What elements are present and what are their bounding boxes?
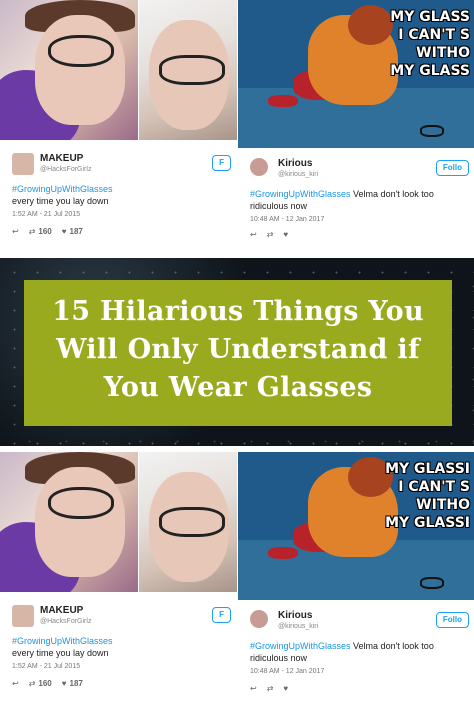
selfie-photo-glasses-askew [139, 452, 237, 592]
reply-icon[interactable]: ↩ [250, 684, 257, 693]
like-icon[interactable]: ♥ [283, 684, 288, 693]
tweet-actions: ↩ ⇄ 160 ♥ 187 [12, 227, 83, 236]
avatar [250, 158, 268, 176]
tweet-panel-kirious: MY GLASSI I CAN'T S WITHO MY GLASSI Kiri… [238, 452, 474, 711]
tweet-card: MAKEUP @HacksForGirlz F #GrowingUpWithGl… [0, 145, 237, 245]
follow-button[interactable]: Follo [435, 612, 469, 628]
retweet-icon[interactable]: ⇄ 160 [29, 679, 52, 688]
hashtag-link[interactable]: #GrowingUpWithGlasses [250, 189, 351, 199]
tweet-card: Kirious @kirious_kiri Follo #GrowingUpWi… [238, 602, 474, 707]
tweet-text: #GrowingUpWithGlasses Velma don't look t… [250, 188, 460, 212]
tweet-panel-makeup: MAKEUP @HacksForGirlz F #GrowingUpWithGl… [0, 0, 237, 250]
user-handle: @kirious_kiri [278, 171, 319, 178]
tweet-text: #GrowingUpWithGlasses Velma don't look t… [250, 640, 460, 664]
cartoon-caption: MY GLASS I CAN'T S WITHO MY GLASS [390, 9, 470, 79]
article-title[interactable]: 15 Hilarious Things You Will Only Unders… [24, 293, 452, 407]
retweet-icon[interactable]: ⇄ 160 [29, 227, 52, 236]
like-icon[interactable]: ♥ [283, 230, 288, 239]
avatar [12, 605, 34, 627]
like-count: 187 [69, 227, 83, 236]
avatar [250, 610, 268, 628]
timestamp: 10:48 AM - 12 Jan 2017 [250, 668, 325, 675]
display-name: Kirious [278, 610, 313, 621]
display-name: MAKEUP [40, 605, 84, 616]
tweet-panel-makeup: MAKEUP @HacksForGirlz F #GrowingUpWithGl… [0, 452, 237, 711]
avatar [12, 153, 34, 175]
display-name: Kirious [278, 158, 313, 169]
tweet-actions: ↩ ⇄ ♥ [250, 684, 288, 693]
follow-button[interactable]: Follo [435, 160, 469, 176]
reply-icon[interactable]: ↩ [12, 227, 19, 236]
selfie-photo-lying-down [0, 0, 138, 140]
timestamp: 1:52 AM - 21 Jul 2015 [12, 663, 81, 670]
like-icon[interactable]: ♥ 187 [62, 227, 83, 236]
tweet-actions: ↩ ⇄ ♥ [250, 230, 288, 239]
selfie-photo-lying-down [0, 452, 138, 592]
tweet-text: #GrowingUpWithGlasses every time you lay… [12, 183, 222, 207]
timestamp: 10:48 AM - 12 Jan 2017 [250, 216, 325, 223]
top-collage: MAKEUP @HacksForGirlz F #GrowingUpWithGl… [0, 0, 474, 250]
follow-button[interactable]: F [212, 607, 231, 623]
user-handle: @HacksForGirlz [40, 618, 92, 625]
title-line-2: Will Only Understand if [56, 334, 420, 365]
retweet-icon[interactable]: ⇄ [267, 684, 274, 693]
retweet-count: 160 [38, 227, 52, 236]
hashtag-link[interactable]: #GrowingUpWithGlasses [12, 184, 113, 194]
tweet-card: Kirious @kirious_kiri Follo #GrowingUpWi… [238, 150, 474, 245]
title-line-1: 15 Hilarious Things You [52, 296, 424, 327]
tweet-actions: ↩ ⇄ 160 ♥ 187 [12, 679, 83, 688]
tweet-panel-kirious: MY GLASS I CAN'T S WITHO MY GLASS Kiriou… [238, 0, 474, 250]
cartoon-caption: MY GLASSI I CAN'T S WITHO MY GLASSI [385, 461, 470, 531]
title-line-3: You Wear Glasses [103, 372, 373, 403]
reply-icon[interactable]: ↩ [12, 679, 19, 688]
timestamp: 1:52 AM - 21 Jul 2015 [12, 211, 81, 218]
user-handle: @kirious_kiri [278, 623, 319, 630]
selfie-photo-glasses-askew [139, 0, 237, 140]
tweet-body: every time you lay down [12, 196, 109, 206]
like-count: 187 [69, 679, 83, 688]
display-name: MAKEUP [40, 153, 84, 164]
article-title-banner: 15 Hilarious Things You Will Only Unders… [0, 258, 474, 446]
title-box: 15 Hilarious Things You Will Only Unders… [24, 280, 452, 426]
velma-cartoon-image: MY GLASSI I CAN'T S WITHO MY GLASSI [238, 452, 474, 600]
like-icon[interactable]: ♥ 187 [62, 679, 83, 688]
velma-cartoon-image: MY GLASS I CAN'T S WITHO MY GLASS [238, 0, 474, 148]
hashtag-link[interactable]: #GrowingUpWithGlasses [12, 636, 113, 646]
bottom-collage: MAKEUP @HacksForGirlz F #GrowingUpWithGl… [0, 452, 474, 711]
user-handle: @HacksForGirlz [40, 166, 92, 173]
hashtag-link[interactable]: #GrowingUpWithGlasses [250, 641, 351, 651]
tweet-card: MAKEUP @HacksForGirlz F #GrowingUpWithGl… [0, 597, 237, 702]
tweet-text: #GrowingUpWithGlasses every time you lay… [12, 635, 222, 659]
retweet-count: 160 [38, 679, 52, 688]
reply-icon[interactable]: ↩ [250, 230, 257, 239]
retweet-icon[interactable]: ⇄ [267, 230, 274, 239]
follow-button[interactable]: F [212, 155, 231, 171]
tweet-body: every time you lay down [12, 648, 109, 658]
